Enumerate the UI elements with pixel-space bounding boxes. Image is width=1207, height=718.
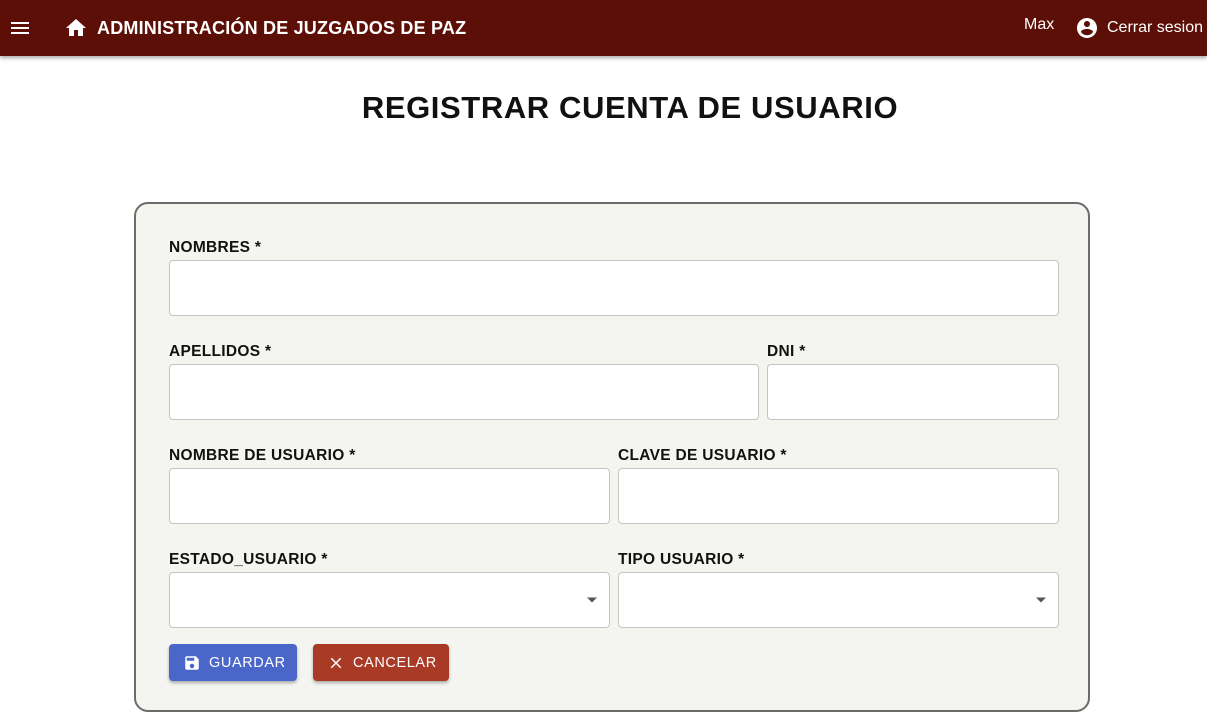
estado-usuario-select[interactable] bbox=[169, 572, 610, 628]
tipo-usuario-label: TIPO USUARIO * bbox=[618, 551, 745, 568]
nombres-input[interactable] bbox=[169, 260, 1059, 316]
menu-button[interactable] bbox=[8, 12, 32, 44]
home-link[interactable]: ADMINISTRACIÓN DE JUZGADOS DE PAZ bbox=[64, 12, 466, 44]
clave-usuario-input[interactable] bbox=[618, 468, 1059, 524]
apellidos-input[interactable] bbox=[169, 364, 759, 420]
home-icon bbox=[66, 19, 86, 36]
cancel-button[interactable]: CANCELAR bbox=[313, 644, 449, 681]
app-title: ADMINISTRACIÓN DE JUZGADOS DE PAZ bbox=[97, 17, 467, 38]
save-icon bbox=[185, 655, 199, 670]
nombres-label: NOMBRES * bbox=[169, 239, 262, 256]
nombre-usuario-label: NOMBRE DE USUARIO * bbox=[169, 447, 356, 464]
page-title: REGISTRAR CUENTA DE USUARIO bbox=[361, 90, 899, 125]
menu-icon bbox=[11, 22, 29, 34]
tipo-usuario-select[interactable] bbox=[618, 572, 1059, 628]
close-icon bbox=[330, 657, 342, 668]
nombre-usuario-input[interactable] bbox=[169, 468, 610, 524]
apellidos-label: APELLIDOS * bbox=[169, 343, 272, 360]
save-button-label: GUARDAR bbox=[209, 654, 286, 671]
dni-input[interactable] bbox=[767, 364, 1059, 420]
app-bar: ADMINISTRACIÓN DE JUZGADOS DE PAZ Max Ce… bbox=[0, 0, 1207, 56]
cancel-button-label: CANCELAR bbox=[353, 654, 437, 671]
dni-label: DNI * bbox=[767, 343, 806, 360]
dropdown-arrow-icon bbox=[1036, 597, 1046, 603]
logout-button[interactable]: Cerrar sesion bbox=[1075, 12, 1203, 44]
save-button[interactable]: GUARDAR bbox=[169, 644, 297, 681]
estado-usuario-label: ESTADO_USUARIO * bbox=[169, 551, 328, 568]
user-name: Max bbox=[1024, 16, 1055, 33]
clave-usuario-label: CLAVE DE USUARIO * bbox=[618, 447, 787, 464]
logout-label: Cerrar sesion bbox=[1107, 19, 1204, 36]
dropdown-arrow-icon bbox=[587, 597, 597, 603]
account-circle-icon bbox=[1077, 18, 1097, 38]
